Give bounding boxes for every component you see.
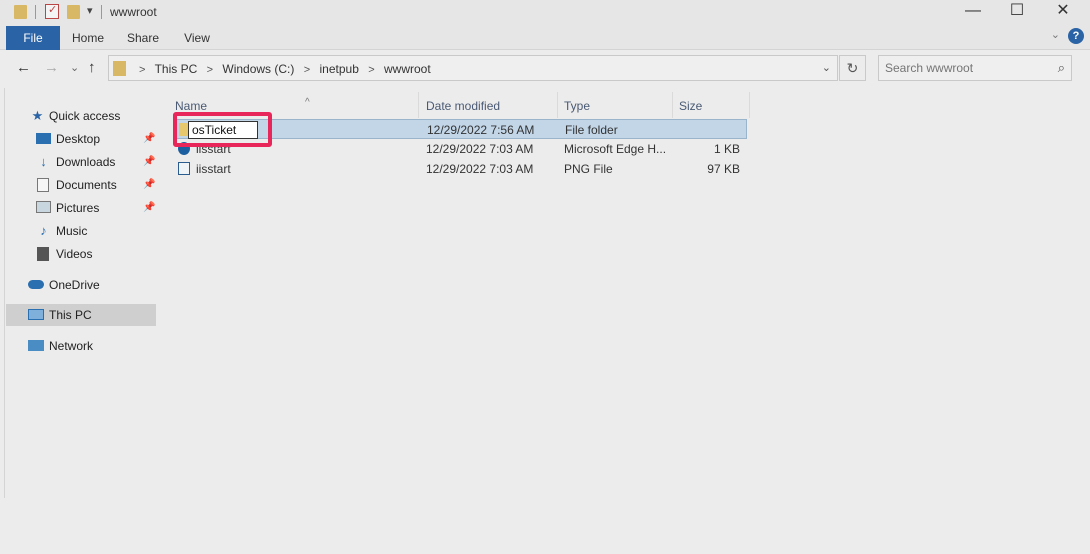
- chevron-down-icon[interactable]: ⌄: [1051, 28, 1060, 41]
- date-cell: 12/29/2022 7:03 AM: [426, 162, 534, 176]
- sidebar-item-label: Network: [49, 339, 94, 353]
- sidebar-item-videos[interactable]: Videos: [6, 243, 156, 265]
- ribbon: File Home Share View ⌄ ?: [0, 24, 1090, 50]
- column-divider[interactable]: [672, 92, 673, 118]
- pin-icon[interactable]: 📌: [143, 151, 155, 173]
- minimize-button[interactable]: —: [950, 0, 996, 24]
- table-row[interactable]: iisstart 12/29/2022 7:03 AM PNG File 97 …: [174, 159, 747, 179]
- documents-icon: [37, 178, 49, 192]
- column-label: Name: [175, 99, 208, 113]
- file-explorer-window: ✓ ▾ wwwroot — ☐ ✕ File Home Share View ⌄…: [0, 0, 1090, 554]
- sidebar-item-downloads[interactable]: ↓ Downloads 📌: [6, 151, 156, 173]
- desktop-icon: [36, 133, 51, 144]
- computer-icon: [28, 309, 44, 320]
- recent-locations-icon[interactable]: ⌄: [70, 61, 79, 74]
- forward-arrow-icon[interactable]: →: [44, 59, 59, 76]
- sidebar-scrollbar[interactable]: [0, 88, 5, 498]
- sidebar-item-desktop[interactable]: Desktop 📌: [6, 128, 156, 150]
- date-cell: 12/29/2022 7:56 AM: [427, 123, 535, 137]
- size-cell: 1 KB: [713, 142, 740, 156]
- videos-icon: [37, 247, 49, 261]
- sidebar-item-network[interactable]: Network: [6, 335, 156, 357]
- sidebar-item-label: Videos: [56, 247, 93, 261]
- folder-icon: [14, 5, 27, 19]
- star-icon: ★: [31, 108, 44, 123]
- sidebar-item-music[interactable]: ♪ Music: [6, 220, 156, 242]
- sidebar-item-label: OneDrive: [49, 278, 100, 292]
- column-divider[interactable]: [418, 92, 419, 118]
- divider: [35, 5, 36, 19]
- up-arrow-icon[interactable]: ↑: [88, 59, 96, 76]
- column-divider[interactable]: [749, 92, 750, 118]
- column-divider[interactable]: [557, 92, 558, 118]
- close-button[interactable]: ✕: [1040, 0, 1086, 24]
- properties-icon[interactable]: ✓: [45, 4, 59, 19]
- music-icon: ♪: [40, 223, 47, 238]
- tab-share[interactable]: Share: [120, 26, 166, 50]
- sidebar-item-label: Downloads: [56, 155, 116, 169]
- crumb-separator: >: [368, 64, 375, 76]
- new-folder-icon[interactable]: [67, 5, 80, 19]
- search-box[interactable]: ⌕: [878, 55, 1072, 81]
- sidebar-item-pictures[interactable]: Pictures 📌: [6, 197, 156, 219]
- search-input[interactable]: [885, 60, 1045, 76]
- breadcrumb: > This PC > Windows (C:) > inetpub > www…: [133, 62, 431, 76]
- download-icon: ↓: [40, 154, 47, 169]
- highlight-box: [173, 112, 272, 147]
- tab-file[interactable]: File: [6, 26, 60, 50]
- sidebar-item-documents[interactable]: Documents 📌: [6, 174, 156, 196]
- breadcrumb-inetpub[interactable]: inetpub: [320, 62, 359, 76]
- image-icon: [178, 162, 190, 175]
- network-icon: [28, 340, 44, 351]
- divider: [101, 5, 102, 19]
- sidebar-item-this-pc[interactable]: This PC: [6, 304, 156, 326]
- sidebar-item-onedrive[interactable]: OneDrive: [6, 274, 156, 296]
- navigation-pane: ★ Quick access Desktop 📌 ↓ Downloads 📌 D…: [0, 88, 160, 554]
- breadcrumb-windows-c[interactable]: Windows (C:): [222, 62, 294, 76]
- file-list: Name ^ Date modified Type Size 12/29/202…: [160, 88, 1090, 554]
- search-icon[interactable]: ⌕: [1058, 60, 1065, 76]
- crumb-separator: >: [303, 64, 311, 76]
- breadcrumb-this-pc[interactable]: This PC: [155, 62, 198, 76]
- sort-ascending-icon: ^: [305, 97, 310, 108]
- date-cell: 12/29/2022 7:03 AM: [426, 142, 534, 156]
- sidebar-item-label: Documents: [56, 178, 117, 192]
- column-header-date[interactable]: Date modified: [426, 93, 556, 119]
- sidebar-item-label: Desktop: [56, 132, 101, 146]
- name-cell: iisstart: [196, 162, 231, 176]
- quick-access-toolbar-dropdown[interactable]: ▾: [87, 4, 93, 17]
- crumb-separator: >: [206, 64, 214, 76]
- tab-view[interactable]: View: [176, 26, 218, 50]
- type-cell: PNG File: [564, 162, 613, 176]
- title-bar: ✓ ▾ wwwroot — ☐ ✕: [0, 0, 1090, 24]
- type-cell: Microsoft Edge H...: [564, 142, 667, 156]
- pictures-icon: [36, 201, 51, 213]
- maximize-button[interactable]: ☐: [994, 0, 1040, 24]
- column-header-type[interactable]: Type: [564, 93, 672, 119]
- help-icon[interactable]: ?: [1068, 28, 1084, 44]
- window-title: wwwroot: [110, 5, 157, 19]
- pin-icon[interactable]: 📌: [143, 174, 155, 196]
- type-cell: File folder: [565, 123, 618, 137]
- folder-icon: [113, 61, 126, 76]
- address-dropdown-icon[interactable]: ⌄: [822, 61, 831, 74]
- pin-icon[interactable]: 📌: [143, 128, 155, 150]
- refresh-button[interactable]: ↻: [839, 55, 866, 81]
- navigation-bar: ← → ⌄ ↑ > This PC > Windows (C:) > inetp…: [0, 50, 1090, 88]
- pin-icon[interactable]: 📌: [143, 197, 155, 219]
- size-cell: 97 KB: [707, 162, 740, 176]
- column-header-size[interactable]: Size: [679, 93, 749, 119]
- address-bar[interactable]: > This PC > Windows (C:) > inetpub > www…: [108, 55, 838, 81]
- breadcrumb-wwwroot[interactable]: wwwroot: [384, 62, 431, 76]
- crumb-separator: >: [139, 64, 146, 76]
- sidebar-item-label: Quick access: [49, 109, 121, 123]
- cloud-icon: [28, 280, 44, 289]
- back-arrow-icon[interactable]: ←: [16, 59, 31, 76]
- sidebar-item-label: Music: [56, 224, 88, 238]
- sidebar-item-quick-access[interactable]: ★ Quick access: [6, 105, 156, 127]
- sidebar-item-label: This PC: [49, 308, 92, 322]
- tab-home[interactable]: Home: [66, 26, 110, 50]
- sidebar-item-label: Pictures: [56, 201, 100, 215]
